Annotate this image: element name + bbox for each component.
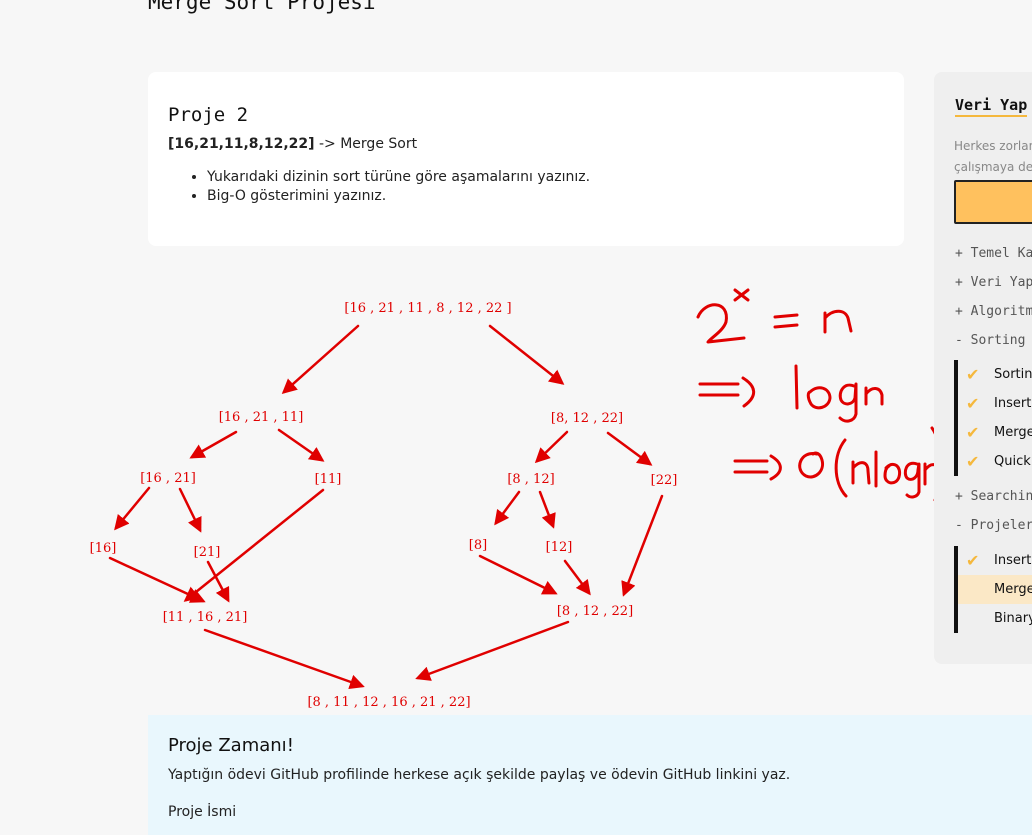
- sidebar-item-merge[interactable]: ✔ Merge: [958, 418, 1032, 447]
- diagram-arrow: [538, 490, 556, 529]
- diagram-arrow: [114, 486, 151, 531]
- sidebar-title: Veri Yap: [955, 96, 1028, 117]
- node-leaf-21: [21]: [194, 545, 221, 560]
- sidebar-section-projeler[interactable]: - Projeler: [955, 518, 1032, 533]
- node-right-half: [8, 12 , 22]: [551, 411, 623, 426]
- node-result: [8 , 11 , 12 , 16 , 21 , 22]: [307, 695, 470, 710]
- node-leaf-12: [12]: [546, 540, 573, 555]
- sidebar-section-temel[interactable]: + Temel Ka: [955, 246, 1032, 261]
- sidebar-description: Herkes zorlan çalışmaya dev: [954, 139, 1032, 174]
- sidebar: Veri Yap Herkes zorlan çalışmaya dev + T…: [934, 72, 1032, 664]
- checkmark-icon: ✔: [966, 423, 980, 442]
- sidebar-section-algoritmalar[interactable]: + Algoritm: [955, 304, 1032, 319]
- sidebar-cta-button[interactable]: [954, 180, 1032, 224]
- handwritten-complexity-note: [696, 288, 943, 502]
- node-merged-right: [8 , 12 , 22]: [557, 604, 633, 619]
- sidebar-projects-list: ✔ Insertio Merge Binary: [954, 546, 1032, 633]
- diagram-arrow: [478, 554, 558, 595]
- node-right-pair: [8 , 12]: [507, 472, 554, 487]
- checkmark-icon: ✔: [966, 551, 980, 570]
- diagram-arrow: [534, 430, 569, 464]
- diagram-arrow: [281, 324, 360, 394]
- merge-sort-diagram: [16 , 21 , 11 , 8 , 12 , 22 ] [16 , 21 ,…: [90, 288, 943, 710]
- node-left-single: [11]: [315, 472, 342, 487]
- diagram-arrow: [178, 487, 202, 533]
- diagram-arrow: [203, 628, 365, 690]
- diagram-arrow: [189, 430, 238, 459]
- checkmark-icon: ✔: [966, 394, 980, 413]
- diagram-arrow: [621, 494, 664, 597]
- diagram-arrow: [488, 324, 565, 385]
- time-card-heading: Proje Zamanı!: [168, 735, 294, 756]
- project-name-label: Proje İsmi: [168, 804, 237, 820]
- checkmark-icon: ✔: [966, 365, 980, 384]
- node-root: [16 , 21 , 11 , 8 , 12 , 22 ]: [344, 301, 511, 316]
- project-time-card: Proje Zamanı! Yaptığın ödevi GitHub prof…: [148, 715, 1032, 835]
- diagram-arrow: [563, 559, 591, 596]
- sidebar-item-sorting[interactable]: ✔ Sorting: [958, 360, 1032, 389]
- node-leaf-8: [8]: [469, 538, 487, 553]
- sidebar-section-veri-yapilari[interactable]: + Veri Yap: [955, 275, 1032, 290]
- sidebar-item-merge-project[interactable]: Merge: [958, 575, 1032, 604]
- diagram-arrow: [494, 490, 521, 526]
- node-left-half: [16 , 21 , 11]: [219, 410, 304, 425]
- sidebar-item-binary-project[interactable]: Binary: [958, 604, 1032, 633]
- sidebar-section-searching[interactable]: + Searchin: [955, 489, 1032, 504]
- time-card-body: Yaptığın ödevi GitHub profilinde herkese…: [168, 767, 791, 783]
- checkmark-icon: ✔: [966, 452, 980, 471]
- diagram-arrow: [277, 428, 325, 462]
- node-left-pair: [16 , 21]: [140, 471, 196, 486]
- sidebar-section-sorting[interactable]: - Sorting: [955, 333, 1025, 348]
- diagram-arrow: [606, 431, 653, 466]
- diagram-arrow: [108, 556, 206, 603]
- sidebar-item-insertion[interactable]: ✔ Insertio: [958, 389, 1032, 418]
- node-leaf-16: [16]: [90, 541, 117, 556]
- diagram-arrow: [415, 620, 570, 681]
- sidebar-item-insertion-project[interactable]: ✔ Insertio: [958, 546, 1032, 575]
- node-merged-left: [11 , 16 , 21]: [163, 610, 248, 625]
- sidebar-item-quick[interactable]: ✔ Quick S: [958, 447, 1032, 476]
- sidebar-sorting-list: ✔ Sorting ✔ Insertio ✔ Merge ✔ Quick S: [954, 360, 1032, 476]
- node-right-single: [22]: [651, 473, 678, 488]
